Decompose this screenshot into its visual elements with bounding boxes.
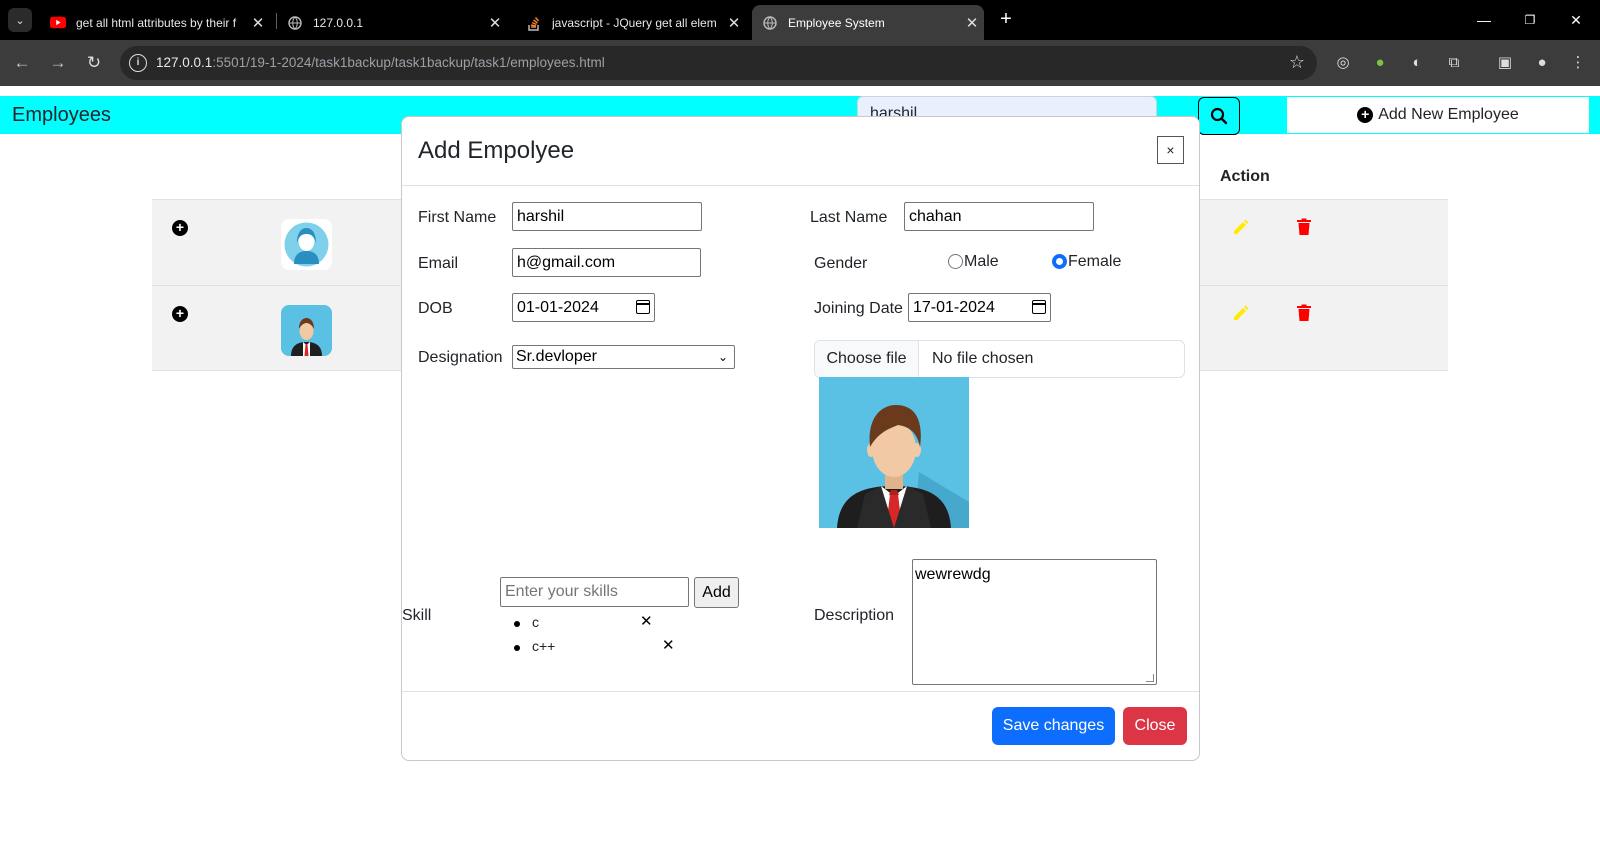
description-value: wewrewdg bbox=[915, 566, 991, 583]
description-label: Description bbox=[814, 607, 895, 624]
remove-skill-icon[interactable]: ✕ bbox=[640, 612, 653, 630]
browser-tab-employee-system[interactable]: Employee System ✕ bbox=[752, 5, 984, 40]
browser-menu-icon[interactable]: ⋮ bbox=[1566, 51, 1590, 75]
skill-input[interactable]: Enter your skills bbox=[500, 577, 689, 607]
table-header-action: Action bbox=[1220, 168, 1270, 185]
browser-tab-youtube[interactable]: get all html attributes by their f ✕ bbox=[40, 5, 270, 40]
edit-pencil-icon[interactable] bbox=[1232, 304, 1250, 322]
new-tab-plus-icon[interactable]: + bbox=[994, 8, 1018, 32]
email-label: Email bbox=[418, 255, 459, 272]
tab-title: get all html attributes by their f bbox=[76, 15, 237, 30]
reload-icon[interactable]: ↻ bbox=[80, 49, 108, 77]
back-arrow-icon[interactable]: ← bbox=[8, 49, 36, 77]
choose-file-button[interactable]: Choose file bbox=[815, 341, 919, 377]
browser-tab-stackoverflow[interactable]: javascript - JQuery get all elem ✕ bbox=[516, 5, 746, 40]
modal-header-divider bbox=[402, 185, 1199, 186]
browser-toolbar: ← → ↻ i 127.0.0.1:5501/19-1-2024/task1ba… bbox=[0, 40, 1600, 86]
restore-icon[interactable]: ❐ bbox=[1514, 6, 1546, 34]
minimize-icon[interactable]: — bbox=[1468, 6, 1500, 34]
url-path: :5501/19-1-2024/task1backup/task1backup/… bbox=[212, 55, 605, 70]
plus-circle-icon: + bbox=[1357, 107, 1374, 123]
modal-footer-divider bbox=[402, 691, 1199, 692]
modal-title: Add Empolyee bbox=[418, 137, 575, 164]
description-textarea[interactable]: wewrewdg bbox=[912, 559, 1157, 685]
bookmark-star-icon[interactable]: ☆ bbox=[1289, 52, 1305, 73]
site-info-icon[interactable]: i bbox=[129, 54, 147, 72]
window-close-icon[interactable]: ✕ bbox=[1560, 6, 1592, 34]
close-tab-icon[interactable]: ✕ bbox=[722, 14, 746, 32]
side-panel-icon[interactable]: ▣ bbox=[1493, 51, 1517, 75]
calendar-icon[interactable] bbox=[636, 300, 650, 314]
search-icon bbox=[1210, 107, 1228, 125]
add-new-employee-label: Add New Employee bbox=[1378, 106, 1519, 123]
url-text: 127.0.0.1:5501/19-1-2024/task1backup/tas… bbox=[156, 55, 605, 70]
dob-value: 01-01-2024 bbox=[517, 299, 599, 316]
joining-date-value: 17-01-2024 bbox=[913, 299, 995, 316]
dob-label: DOB bbox=[418, 300, 453, 317]
tab-title: 127.0.0.1 bbox=[313, 15, 364, 30]
skill-list-item: c bbox=[514, 614, 539, 630]
modal-close-x-button[interactable]: × bbox=[1157, 136, 1184, 164]
gender-male-radio[interactable] bbox=[948, 254, 963, 269]
photo-file-input[interactable]: Choose file No file chosen bbox=[814, 340, 1185, 378]
photo-preview-image bbox=[819, 377, 969, 528]
joining-date-input[interactable]: 17-01-2024 bbox=[908, 293, 1051, 322]
close-button[interactable]: Close bbox=[1123, 707, 1187, 745]
close-tab-icon[interactable]: ✕ bbox=[483, 14, 507, 32]
gender-label: Gender bbox=[814, 255, 868, 272]
dob-date-input[interactable]: 01-01-2024 bbox=[512, 293, 655, 322]
remove-skill-icon[interactable]: ✕ bbox=[662, 636, 675, 654]
first-name-label: First Name bbox=[418, 209, 497, 226]
add-new-employee-button[interactable]: + Add New Employee bbox=[1287, 97, 1589, 133]
add-employee-modal: Add Empolyee × First Name harshil Last N… bbox=[401, 116, 1200, 761]
delete-trash-icon[interactable] bbox=[1296, 304, 1312, 322]
save-changes-button[interactable]: Save changes bbox=[992, 707, 1115, 745]
designation-select[interactable]: Sr.devloper ⌄ bbox=[512, 345, 735, 369]
address-bar[interactable]: i 127.0.0.1:5501/19-1-2024/task1backup/t… bbox=[120, 46, 1317, 80]
globe-icon bbox=[762, 15, 778, 31]
tab-title: Employee System bbox=[788, 15, 885, 30]
add-skill-button[interactable]: Add bbox=[694, 577, 739, 608]
calendar-icon[interactable] bbox=[1032, 300, 1046, 314]
edit-pencil-icon[interactable] bbox=[1232, 218, 1250, 236]
url-host: 127.0.0.1 bbox=[156, 55, 213, 70]
chevron-down-icon: ⌄ bbox=[717, 350, 728, 364]
extension-frog-icon[interactable]: ● bbox=[1368, 51, 1392, 75]
navbar-brand[interactable]: Employees bbox=[12, 104, 111, 127]
employee-avatar bbox=[281, 305, 332, 356]
expand-row-icon[interactable]: + bbox=[172, 220, 188, 236]
first-name-input[interactable]: harshil bbox=[512, 202, 702, 231]
last-name-input[interactable]: chahan bbox=[904, 202, 1094, 231]
tab-title: javascript - JQuery get all elem bbox=[552, 15, 717, 30]
employee-avatar bbox=[281, 219, 332, 270]
extensions-puzzle-icon[interactable]: ⧉ bbox=[1442, 51, 1466, 75]
browser-tab-localhost[interactable]: 127.0.0.1 ✕ bbox=[277, 5, 507, 40]
browser-tab-strip: ⌄ get all html attributes by their f ✕ 1… bbox=[0, 0, 1600, 40]
last-name-label: Last Name bbox=[810, 209, 888, 226]
skill-list-item: c++ bbox=[513, 638, 556, 654]
resize-handle-icon[interactable] bbox=[1146, 674, 1154, 682]
expand-row-icon[interactable]: + bbox=[172, 306, 188, 322]
delete-trash-icon[interactable] bbox=[1296, 218, 1312, 236]
gender-male-label: Male bbox=[964, 253, 999, 270]
stackoverflow-icon bbox=[526, 15, 542, 31]
gender-female-radio[interactable] bbox=[1052, 254, 1067, 269]
search-button[interactable] bbox=[1198, 97, 1240, 135]
tab-search-chevron-icon[interactable]: ⌄ bbox=[8, 8, 32, 32]
gender-female-label: Female bbox=[1068, 253, 1122, 270]
extension-target-icon[interactable]: ◎ bbox=[1331, 51, 1355, 75]
joining-date-label: Joining Date bbox=[814, 300, 903, 317]
forward-arrow-icon[interactable]: → bbox=[44, 49, 72, 77]
globe-icon bbox=[287, 15, 303, 31]
designation-label: Designation bbox=[418, 349, 503, 366]
designation-value: Sr.devloper bbox=[516, 348, 597, 365]
skill-label: Skill bbox=[402, 607, 432, 624]
profile-icon[interactable]: ● bbox=[1530, 51, 1554, 75]
youtube-icon bbox=[50, 15, 66, 31]
extension-moon-icon[interactable]: ◐ bbox=[1405, 51, 1429, 75]
file-status-text: No file chosen bbox=[932, 350, 1034, 367]
close-tab-icon[interactable]: ✕ bbox=[246, 14, 270, 32]
close-tab-icon[interactable]: ✕ bbox=[960, 14, 984, 32]
email-input[interactable]: h@gmail.com bbox=[512, 248, 701, 277]
